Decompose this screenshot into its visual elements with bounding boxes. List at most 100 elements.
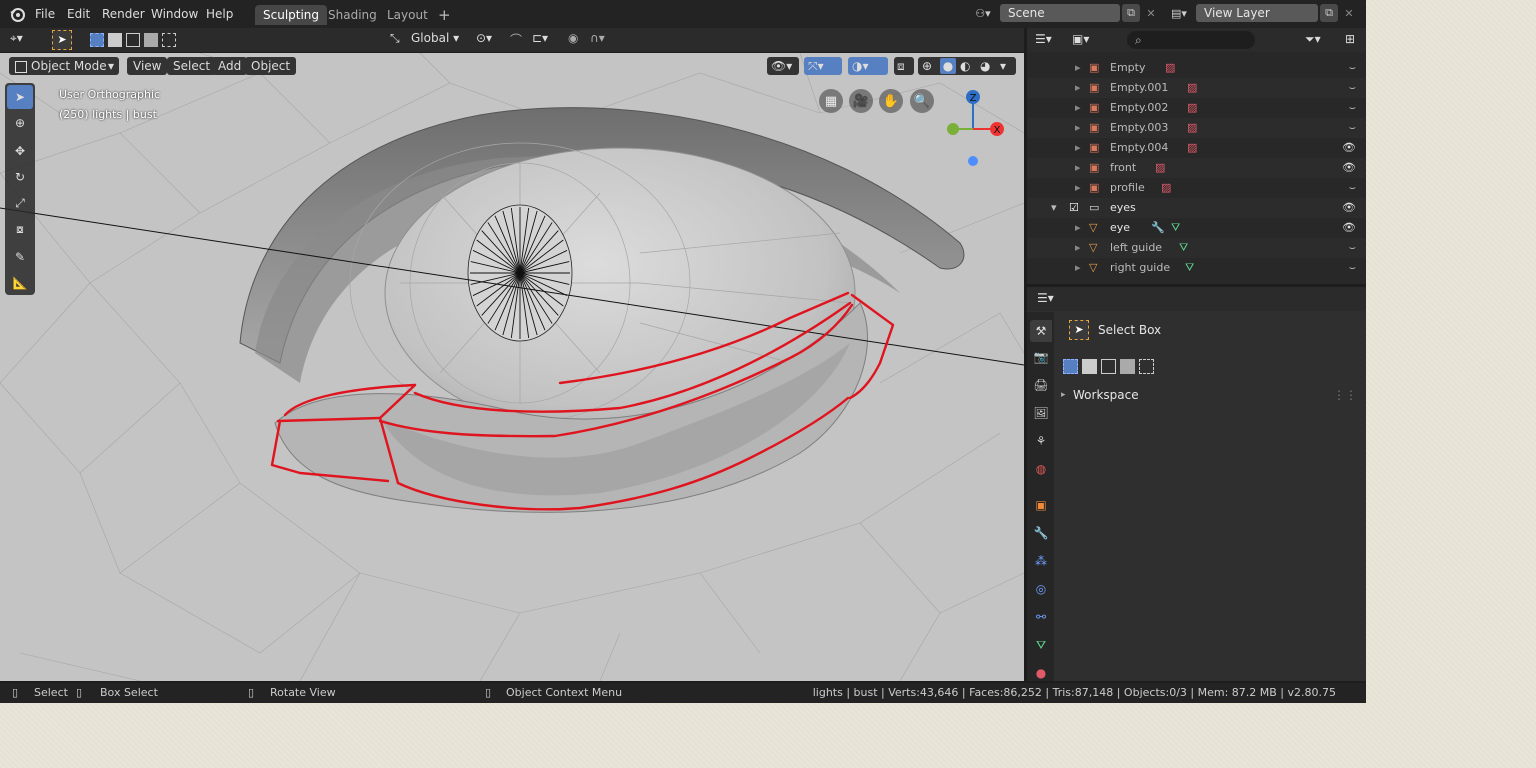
select-menu[interactable]: Select (167, 57, 217, 75)
view-menu[interactable]: View (127, 57, 168, 75)
view-layer-copy-icon[interactable]: ⧉ (1320, 4, 1338, 22)
axis-gizmo[interactable]: Z X (937, 87, 1013, 167)
viewport-canvas[interactable] (0, 53, 1024, 681)
outliner-row-eyes[interactable]: ▾ ☑ ▭ eyes 👁 (1027, 198, 1366, 218)
mode-new-icon[interactable] (90, 33, 104, 47)
object-menu[interactable]: Object (245, 57, 297, 75)
menu-edit[interactable]: Edit (67, 0, 90, 28)
tool-mode-intersect-icon[interactable] (1139, 359, 1154, 374)
visibility-icon[interactable]: 👁▾ (767, 57, 799, 75)
outliner-row-left-guide[interactable]: ▸ ▽ left guide ⛛ ⌣ (1027, 238, 1366, 258)
scene-browse-icon[interactable]: ⚇▾ (974, 4, 992, 22)
eye-icon[interactable]: 👁 (1342, 198, 1356, 218)
view-layer-field[interactable]: View Layer (1196, 4, 1318, 22)
expand-icon[interactable]: ▸ (1075, 258, 1081, 278)
outliner-row-empty-004[interactable]: ▸ ▣ Empty.004 ▨ 👁 (1027, 138, 1366, 158)
grid-view-icon[interactable]: ▦ (819, 89, 843, 113)
expand-icon[interactable]: ▸ (1075, 178, 1081, 198)
properties-editor-icon[interactable]: ☰▾ (1037, 291, 1054, 305)
pan-view-icon[interactable]: ✋ (879, 89, 903, 113)
new-collection-icon[interactable]: ⊞ (1345, 32, 1355, 46)
checkbox-icon[interactable]: ☑ (1069, 198, 1079, 218)
view-layer-close-icon[interactable]: ✕ (1340, 4, 1358, 22)
mode-invert-icon[interactable] (144, 33, 158, 47)
camera-view-icon[interactable]: 🎥 (849, 89, 873, 113)
wireframe-shading-icon[interactable]: ⊕ (922, 57, 932, 75)
mode-subtract-icon[interactable] (126, 33, 140, 47)
rendered-shading-icon[interactable]: ◕ (980, 57, 990, 75)
world-tab-icon[interactable]: ◍ (1030, 458, 1052, 480)
outliner-row-empty-002[interactable]: ▸ ▣ Empty.002 ▨ ⌣ (1027, 98, 1366, 118)
tool-tab-icon[interactable]: ⚒ (1030, 320, 1052, 342)
particles-tab-icon[interactable]: ⁂ (1030, 550, 1052, 572)
hidden-icon[interactable]: ⌣ (1349, 178, 1356, 198)
workspace-panel-header[interactable]: ▸ Workspace ⋮⋮ (1057, 388, 1357, 406)
display-mode-icon[interactable]: ▣▾ (1072, 32, 1089, 46)
expand-icon[interactable]: ▸ (1075, 118, 1081, 138)
expand-icon[interactable]: ▸ (1075, 218, 1081, 238)
outliner-row-right-guide[interactable]: ▸ ▽ right guide ⛛ ⌣ (1027, 258, 1366, 278)
tab-shading[interactable]: Shading (320, 5, 385, 25)
outliner-row-empty[interactable]: ▸ ▣ Empty ▨ ⌣ (1027, 58, 1366, 78)
menu-render[interactable]: Render (102, 0, 145, 28)
data-tab-icon[interactable]: ⛛ (1030, 634, 1052, 656)
shading-options-icon[interactable]: ▾ (1000, 57, 1006, 75)
expand-icon[interactable]: ▸ (1075, 78, 1081, 98)
select-tool-icon[interactable]: ➤ (7, 85, 33, 109)
proportional-edit-icon[interactable]: ◉ (568, 31, 578, 45)
expand-icon[interactable]: ▸ (1075, 238, 1081, 258)
expand-icon[interactable]: ▸ (1075, 98, 1081, 118)
gizmo-toggle-icon[interactable]: ⤧▾ (804, 57, 842, 75)
render-tab-icon[interactable]: 📷 (1030, 346, 1052, 368)
mode-extend-icon[interactable] (108, 33, 122, 47)
snap-target-icon[interactable]: ⊏▾ (532, 31, 548, 45)
scene-field[interactable]: Scene (1000, 4, 1120, 22)
outliner-row-profile[interactable]: ▸ ▣ profile ▨ ⌣ (1027, 178, 1366, 198)
view-layer-browse-icon[interactable]: ▤▾ (1170, 4, 1188, 22)
constraints-tab-icon[interactable]: ⚯ (1030, 606, 1052, 628)
transform-orientation-dropdown[interactable]: Global ▾ (411, 31, 463, 45)
tool-mode-invert-icon[interactable] (1120, 359, 1135, 374)
measure-tool-icon[interactable]: 📐 (7, 271, 33, 295)
expand-icon[interactable]: ▸ (1075, 138, 1081, 158)
hidden-icon[interactable]: ⌣ (1349, 238, 1356, 258)
scene-copy-icon[interactable]: ⧉ (1122, 4, 1140, 22)
blender-logo-icon[interactable] (8, 0, 28, 28)
annotate-tool-icon[interactable]: ✎ (7, 245, 33, 269)
output-tab-icon[interactable]: 🖨 (1030, 374, 1052, 396)
material-tab-icon[interactable]: ● (1030, 662, 1052, 681)
collapse-icon[interactable]: ▾ (1051, 198, 1057, 218)
outliner-editor-icon[interactable]: ☰▾ (1035, 32, 1052, 46)
scene-close-icon[interactable]: ✕ (1142, 4, 1160, 22)
hidden-icon[interactable]: ⌣ (1349, 58, 1356, 78)
menu-window[interactable]: Window (151, 0, 198, 28)
select-box-tool-icon[interactable]: ➤ (52, 30, 72, 50)
rotate-tool-icon[interactable]: ↻ (7, 165, 33, 189)
outliner-row-empty-001[interactable]: ▸ ▣ Empty.001 ▨ ⌣ (1027, 78, 1366, 98)
transform-tool-icon[interactable]: ⧇ (7, 217, 33, 241)
add-workspace-button[interactable]: + (430, 5, 459, 25)
menu-help[interactable]: Help (206, 0, 233, 28)
3d-viewport[interactable]: Object Mode ▾ View Select Add Object 👁▾ ⤧… (0, 53, 1024, 681)
hidden-icon[interactable]: ⌣ (1349, 118, 1356, 138)
drag-handle-icon[interactable]: ⋮⋮ (1333, 388, 1357, 402)
eye-icon[interactable]: 👁 (1342, 138, 1356, 158)
filter-icon[interactable]: ⏷▾ (1305, 32, 1321, 47)
zoom-view-icon[interactable]: 🔍 (910, 89, 934, 113)
scale-tool-icon[interactable]: ⤢ (7, 191, 33, 215)
hidden-icon[interactable]: ⌣ (1349, 98, 1356, 118)
physics-tab-icon[interactable]: ◎ (1030, 578, 1052, 600)
falloff-icon[interactable]: ∩▾ (590, 31, 605, 45)
outliner-search-input[interactable]: ⌕ (1127, 31, 1255, 49)
hidden-icon[interactable]: ⌣ (1349, 258, 1356, 278)
tab-sculpting[interactable]: Sculpting (255, 5, 328, 25)
expand-icon[interactable]: ▸ (1075, 58, 1081, 78)
move-tool-icon[interactable]: ✥ (7, 139, 33, 163)
tool-mode-subtract-icon[interactable] (1101, 359, 1116, 374)
pivot-point-icon[interactable]: ⊙▾ (476, 31, 492, 45)
menu-file[interactable]: File (35, 0, 55, 28)
hidden-icon[interactable]: ⌣ (1349, 78, 1356, 98)
snap-icon[interactable]: ⌒ (510, 31, 522, 48)
material-shading-icon[interactable]: ◐ (960, 57, 970, 75)
add-menu[interactable]: Add (212, 57, 248, 75)
